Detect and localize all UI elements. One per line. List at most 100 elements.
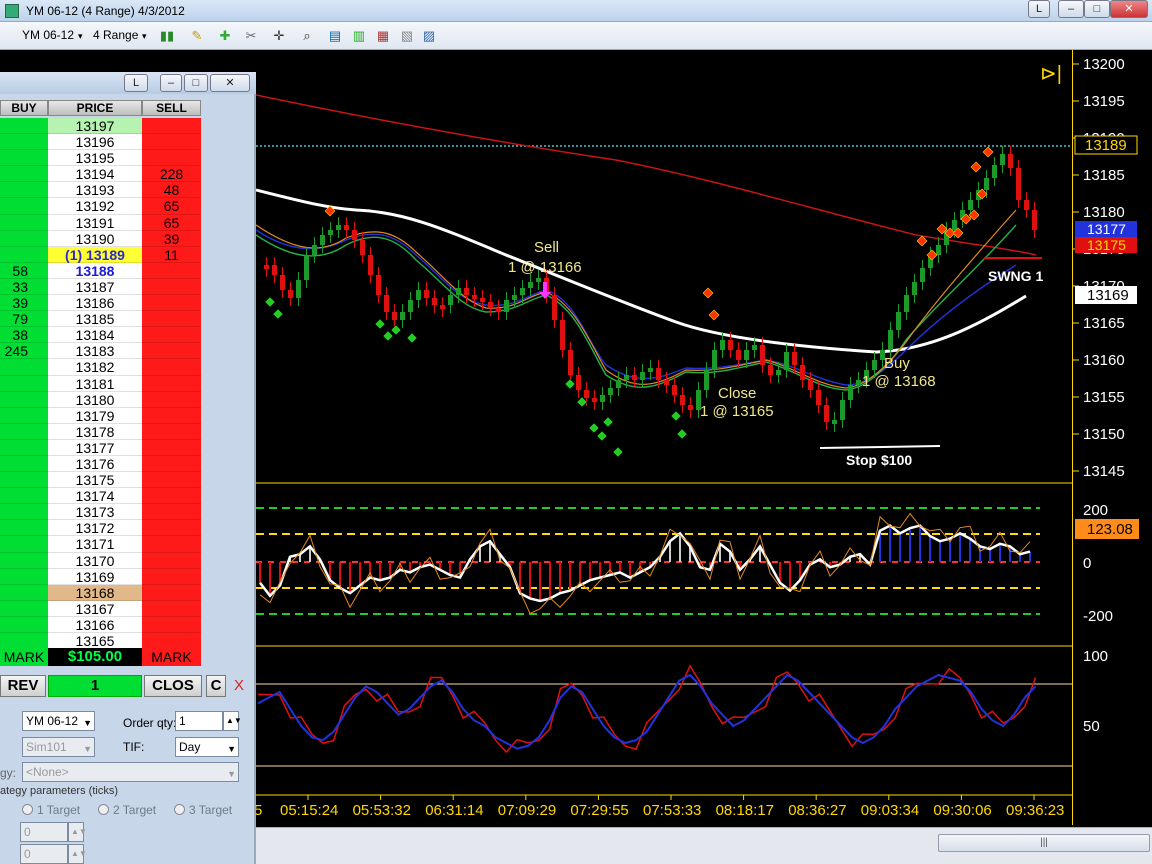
chart-scrollbar[interactable]: ||| — [256, 827, 1152, 864]
bid-cell[interactable] — [0, 504, 48, 521]
data-box-icon[interactable]: ▤ — [326, 27, 344, 45]
ladder-row[interactable]: 13194 228 — [0, 166, 201, 183]
ask-cell[interactable] — [142, 504, 201, 521]
ladder-row[interactable]: 13191 65 — [0, 214, 201, 231]
chart-area[interactable]: Sell 1 @ 13166 Close 1 @ 13165 Buy 1 @ 1… — [254, 50, 1072, 825]
price-cell[interactable]: 13186 — [48, 295, 142, 312]
ladder-row[interactable]: 13165 — [0, 633, 201, 650]
price-cell[interactable]: 13167 — [48, 600, 142, 617]
qty-stepper[interactable]: ▲▼ — [223, 711, 242, 731]
ask-cell[interactable] — [142, 311, 201, 328]
bid-cell[interactable] — [0, 166, 48, 183]
scrollbar-thumb[interactable]: ||| — [938, 834, 1150, 852]
price-cell[interactable]: 13169 — [48, 568, 142, 585]
bid-cell[interactable]: 33 — [0, 278, 48, 296]
ladder-row[interactable]: 13182 — [0, 359, 201, 376]
ask-cell[interactable] — [142, 520, 201, 537]
bid-cell[interactable] — [0, 230, 48, 247]
ladder-row[interactable]: 13180 — [0, 391, 201, 408]
field1-stepper[interactable]: ▲▼ — [68, 822, 87, 842]
target2-radio[interactable]: 2 Target — [98, 803, 156, 817]
bid-cell[interactable] — [0, 150, 48, 167]
target3-radio[interactable]: 3 Target — [174, 803, 232, 817]
bid-cell[interactable] — [0, 536, 48, 553]
ladder-row[interactable]: 58 13188 — [0, 262, 201, 279]
price-cell[interactable]: 13180 — [48, 391, 142, 408]
ask-cell[interactable] — [142, 472, 201, 489]
bid-cell[interactable] — [0, 568, 48, 585]
ask-cell[interactable]: 11 — [142, 246, 201, 263]
ladder-row[interactable]: 38 13184 — [0, 327, 201, 344]
close-icon[interactable]: ✕ — [210, 74, 250, 92]
ladder-row[interactable]: 13168 — [0, 584, 201, 601]
price-cell[interactable]: 13174 — [48, 488, 142, 505]
ladder-row[interactable]: 13190 39 — [0, 230, 201, 247]
ladder-row[interactable]: 13193 48 — [0, 182, 201, 199]
price-cell[interactable]: 13168 — [48, 584, 142, 601]
price-cell[interactable]: 13166 — [48, 616, 142, 633]
ask-cell[interactable] — [142, 118, 201, 135]
ladder-row[interactable]: 13175 — [0, 472, 201, 489]
order-qty-input[interactable]: 1 — [175, 711, 223, 731]
bid-cell[interactable]: 39 — [0, 295, 48, 312]
account-select[interactable]: Sim101 ▼ — [22, 737, 95, 757]
ladder-row[interactable]: 13196 — [0, 134, 201, 151]
ladder-row[interactable]: 13197 — [0, 118, 201, 135]
maximize-icon[interactable]: □ — [1084, 0, 1110, 18]
instrument-selector[interactable]: YM 06-12 — [22, 28, 74, 42]
target-field-1[interactable]: 0 — [20, 822, 68, 842]
drawing-tool-icon[interactable]: ✎ — [188, 27, 206, 45]
chart-canvas[interactable]: Sell 1 @ 13166 Close 1 @ 13165 Buy 1 @ 1… — [254, 50, 1072, 825]
bid-cell[interactable] — [0, 359, 48, 376]
bid-cell[interactable]: 245 — [0, 343, 48, 360]
instrument-dropdown-icon[interactable]: ▾ — [78, 31, 83, 42]
crosshair-icon[interactable]: ✛ — [270, 27, 288, 45]
price-cell[interactable]: 13184 — [48, 327, 142, 344]
ask-cell[interactable]: 65 — [142, 198, 201, 215]
buy-market-button[interactable]: MARK — [0, 648, 48, 666]
bid-cell[interactable] — [0, 391, 48, 408]
price-cell[interactable]: 13191 — [48, 214, 142, 231]
ladder-row[interactable]: 245 13183 — [0, 343, 201, 360]
price-cell[interactable]: 13195 — [48, 150, 142, 167]
bid-cell[interactable] — [0, 600, 48, 617]
ask-cell[interactable] — [142, 488, 201, 505]
ask-cell[interactable] — [142, 150, 201, 167]
ask-cell[interactable]: 48 — [142, 182, 201, 199]
ladder-row[interactable]: 13195 — [0, 150, 201, 167]
price-cell[interactable]: 13179 — [48, 407, 142, 424]
interval-selector[interactable]: 4 Range — [93, 28, 138, 42]
ladder-row[interactable]: 13192 65 — [0, 198, 201, 215]
bid-cell[interactable] — [0, 520, 48, 537]
bid-cell[interactable] — [0, 472, 48, 489]
bid-cell[interactable] — [0, 134, 48, 151]
price-cell[interactable]: 13188 — [48, 262, 142, 279]
sell-market-button[interactable]: MARK — [142, 648, 201, 666]
play-icon[interactable]: ⊳| — [1040, 63, 1062, 85]
chart-trader-icon[interactable]: ▨ — [420, 27, 438, 45]
ask-cell[interactable] — [142, 278, 201, 296]
price-axis-canvas[interactable]: 1320013195131901318513180131751317013165… — [1073, 50, 1152, 825]
bid-cell[interactable] — [0, 439, 48, 456]
bid-cell[interactable] — [0, 552, 48, 569]
ask-cell[interactable] — [142, 423, 201, 440]
bid-cell[interactable] — [0, 246, 48, 263]
ask-cell[interactable]: 65 — [142, 214, 201, 231]
tif-select[interactable]: Day ▼ — [175, 737, 239, 757]
strategies-icon[interactable]: ▦ — [374, 27, 392, 45]
add-indicator-icon[interactable]: ✚ — [216, 27, 234, 45]
price-cell[interactable]: 13185 — [48, 311, 142, 328]
link-button[interactable]: L — [1028, 0, 1050, 18]
ladder-row[interactable]: 13170 — [0, 552, 201, 569]
bid-cell[interactable] — [0, 488, 48, 505]
bid-cell[interactable] — [0, 375, 48, 392]
ladder-row[interactable]: 13171 — [0, 536, 201, 553]
minimize-icon[interactable]: – — [160, 74, 182, 92]
price-cell[interactable]: 13197 — [48, 118, 142, 135]
ladder-row[interactable]: 13166 — [0, 616, 201, 633]
ask-cell[interactable] — [142, 439, 201, 456]
ask-cell[interactable] — [142, 584, 201, 601]
price-cell[interactable]: 13165 — [48, 633, 142, 650]
ask-cell[interactable] — [142, 134, 201, 151]
ask-cell[interactable] — [142, 600, 201, 617]
